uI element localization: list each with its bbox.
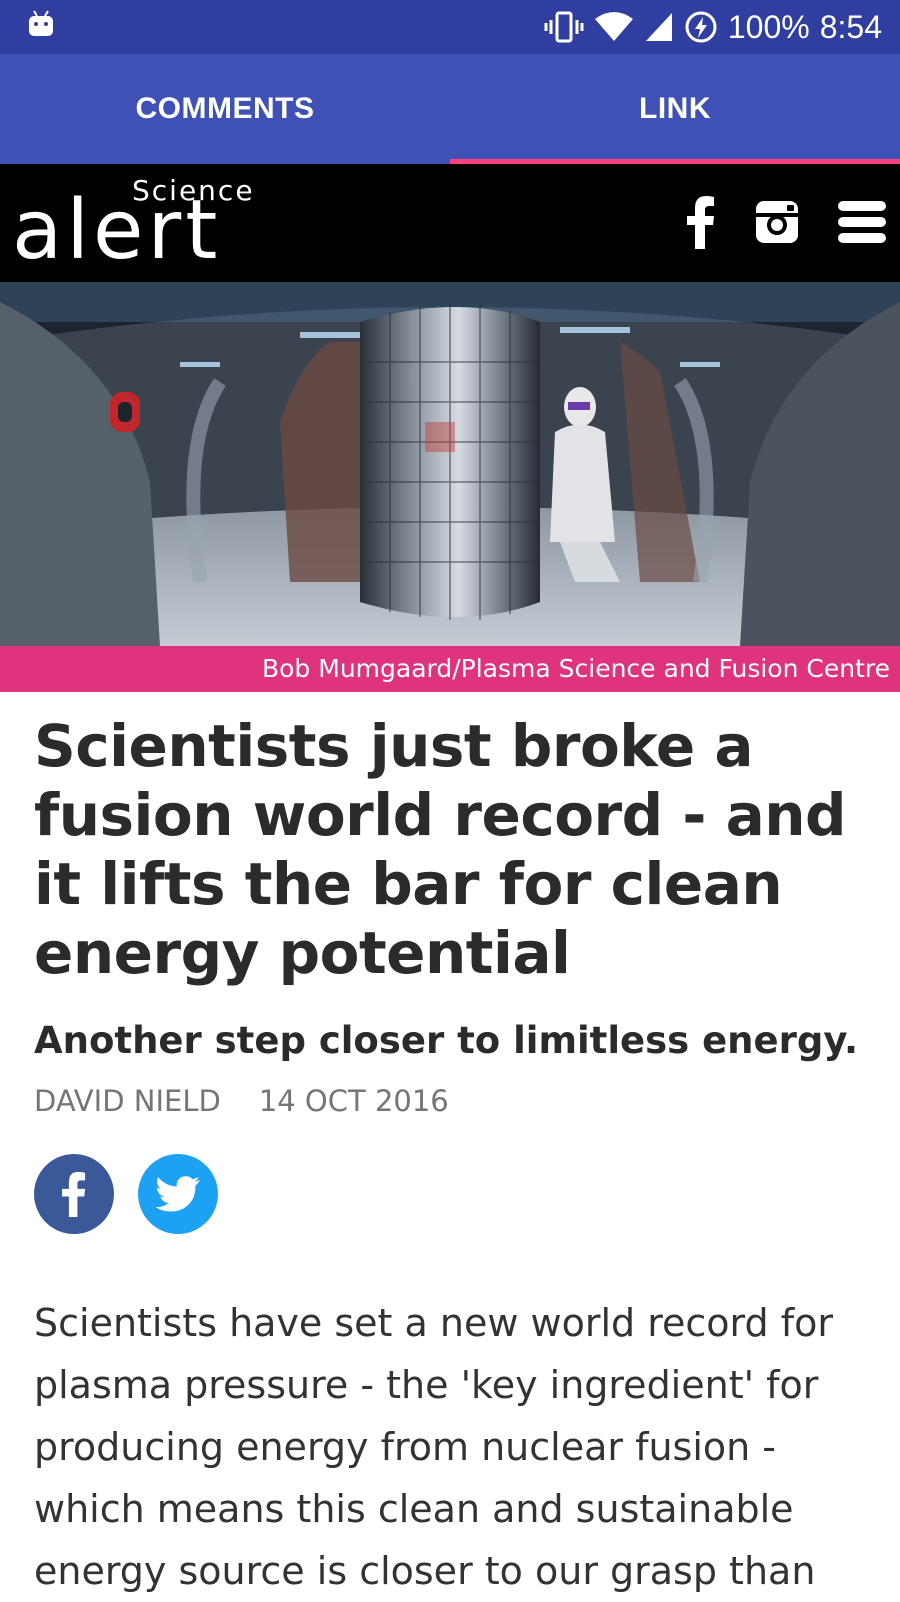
tab-bar: COMMENTS LINK — [0, 54, 900, 164]
article-date: 14 OCT 2016 — [258, 1084, 449, 1118]
twitter-share-button[interactable] — [138, 1154, 218, 1234]
share-buttons — [34, 1154, 218, 1234]
facebook-share-button[interactable] — [34, 1154, 114, 1234]
battery-charging-icon — [684, 10, 718, 44]
menu-icon[interactable] — [838, 199, 886, 249]
facebook-share-icon — [62, 1171, 86, 1217]
article-meta: DAVID NIELD 14 OCT 2016 — [34, 1084, 874, 1118]
site-header: Science alert — [0, 164, 900, 282]
facebook-icon[interactable] — [686, 195, 716, 253]
tab-link[interactable]: LINK — [450, 54, 900, 164]
status-bar: 100% 8:54 — [0, 0, 900, 54]
article-body: Scientists have set a new world record f… — [34, 1301, 833, 1593]
instagram-icon[interactable] — [754, 199, 800, 249]
android-icon — [26, 9, 56, 43]
image-caption: Bob Mumgaard/Plasma Science and Fusion C… — [0, 646, 900, 692]
clock: 8:54 — [819, 8, 882, 45]
wifi-icon — [594, 11, 634, 43]
site-logo[interactable]: Science alert — [12, 174, 312, 274]
battery-level: 100% — [727, 8, 810, 45]
logo-alert-text: alert — [12, 183, 222, 278]
twitter-share-icon — [155, 1176, 200, 1212]
article-author[interactable]: DAVID NIELD — [34, 1084, 221, 1118]
signal-icon — [644, 11, 674, 43]
vibrate-icon — [544, 10, 584, 44]
article-subtitle: Another step closer to limitless energy. — [34, 1019, 859, 1062]
article-headline: Scientists just broke a fusion world rec… — [34, 712, 847, 987]
tab-comments[interactable]: COMMENTS — [0, 54, 450, 164]
hero-image — [0, 282, 900, 646]
